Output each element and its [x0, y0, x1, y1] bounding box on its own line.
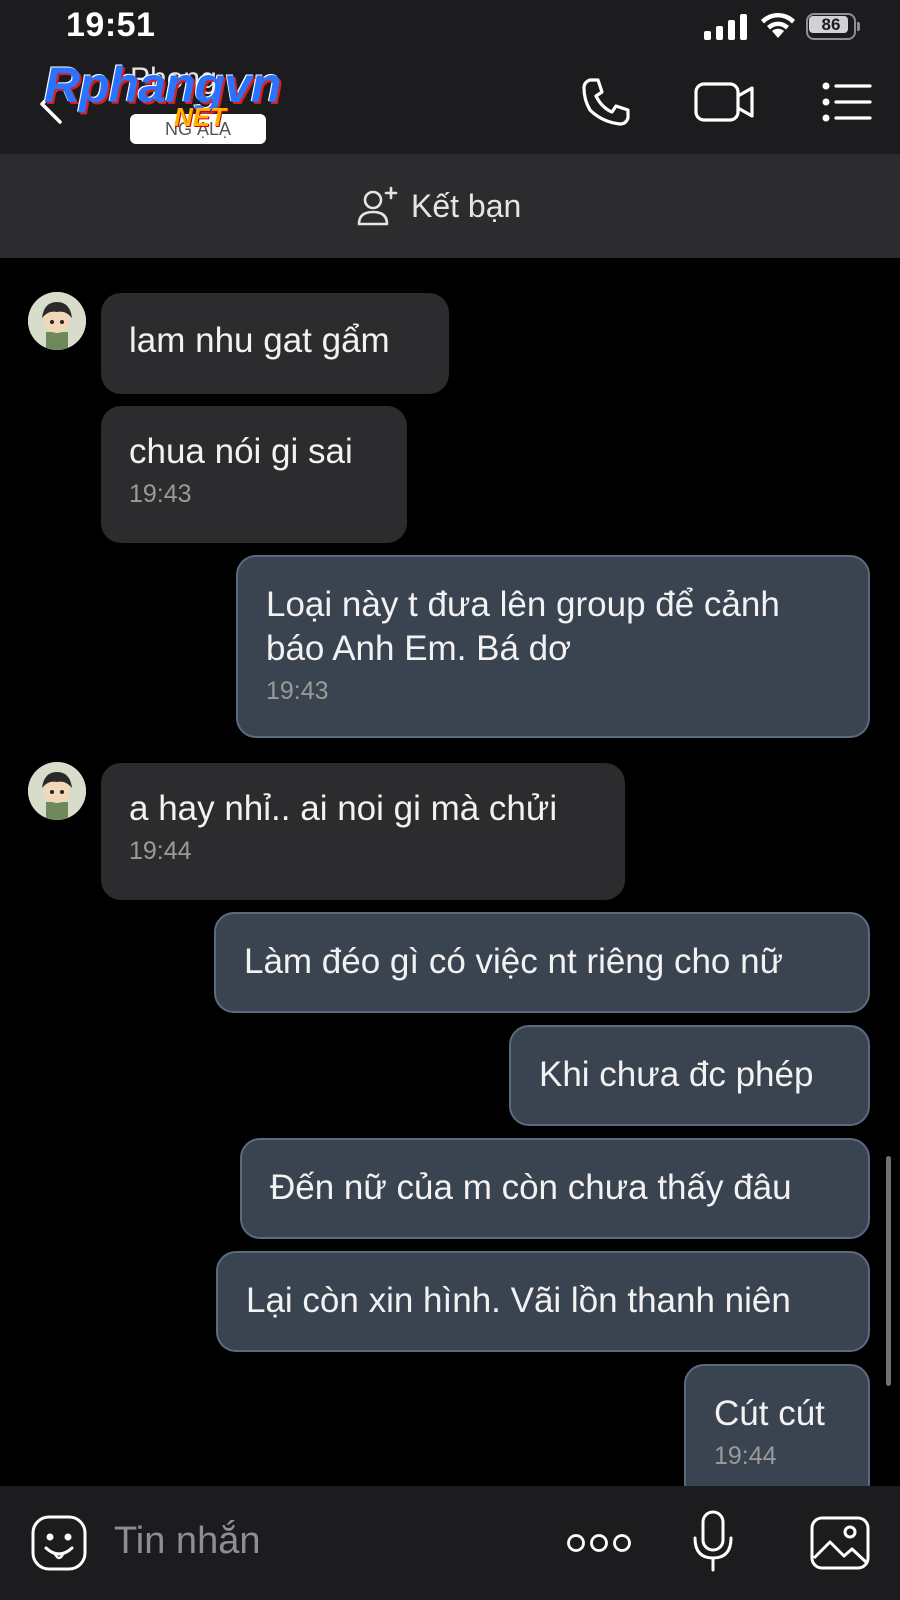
message-time: 19:44 [714, 1442, 777, 1470]
logo-net: NET [174, 102, 226, 132]
message-text: Loại này t đưa lên group để cảnh báo Anh… [266, 585, 780, 668]
message-time: 19:43 [266, 677, 329, 705]
message-bubble-outgoing[interactable]: Cút cút 19:44 [684, 1364, 870, 1504]
message-text: Làm đéo gì có việc nt riêng cho nữ [244, 942, 784, 981]
menu-icon[interactable] [820, 76, 872, 128]
message-bubble-outgoing[interactable]: Loại này t đưa lên group để cảnh báo Anh… [236, 555, 870, 738]
signal-icon [704, 14, 747, 40]
gallery-icon[interactable] [810, 1516, 870, 1570]
message-bubble-outgoing[interactable]: Khi chưa đc phép [509, 1025, 870, 1126]
message-text: Cút cút [714, 1394, 825, 1433]
watermark-logo: Rphangvn NG ẠLẠ NET [44, 56, 324, 152]
message-text: Lại còn xin hình. Vãi lồn thanh niên [246, 1281, 791, 1320]
message-time: 19:43 [129, 480, 192, 508]
message-bubble-incoming[interactable]: lam nhu gat gẩm [101, 293, 449, 394]
message-input-bar: Tin nhắn [0, 1486, 900, 1600]
phone-icon[interactable] [580, 76, 632, 128]
message-bubble-outgoing[interactable]: Lại còn xin hình. Vãi lồn thanh niên [216, 1251, 870, 1352]
wifi-icon [761, 12, 795, 38]
status-time: 19:51 [66, 6, 156, 44]
avatar[interactable] [28, 292, 86, 350]
message-bubble-outgoing[interactable]: Làm đéo gì có việc nt riêng cho nữ [214, 912, 870, 1013]
message-text: Khi chưa đc phép [539, 1055, 814, 1094]
battery-indicator: 86 [806, 13, 860, 40]
video-call-icon[interactable] [694, 76, 756, 128]
add-friend-bar: Kết bạn [0, 154, 900, 258]
message-bubble-incoming[interactable]: a hay nhỉ.. ai noi gi mà chửi 19:44 [101, 763, 625, 900]
add-friend-button[interactable]: Kết bạn [355, 186, 521, 226]
status-bar: 19:51 86 [0, 0, 900, 52]
message-input[interactable]: Tin nhắn [114, 1520, 260, 1563]
add-friend-icon [357, 186, 398, 226]
battery-level: 86 [821, 15, 841, 34]
message-text: a hay nhỉ.. ai noi gi mà chửi [129, 789, 558, 828]
message-bubble-incoming[interactable]: chua nói gi sai 19:43 [101, 406, 407, 543]
add-friend-label: Kết bạn [411, 187, 522, 224]
chat-screen: 19:51 86 Phong Rphangvn NG ẠLẠ NET Kết b… [0, 0, 900, 1600]
avatar[interactable] [28, 762, 86, 820]
scrollbar[interactable] [886, 1156, 891, 1386]
message-time: 19:44 [129, 837, 192, 865]
message-bubble-outgoing[interactable]: Đến nữ của m còn chưa thấy đâu [240, 1138, 870, 1239]
avatar-image [28, 762, 86, 820]
avatar-image [28, 292, 86, 350]
chat-header: Phong Rphangvn NG ẠLẠ NET [0, 52, 900, 154]
emoji-icon[interactable] [30, 1514, 88, 1572]
logo-text: Rphangvn [44, 57, 281, 113]
message-text: Đến nữ của m còn chưa thấy đâu [270, 1168, 792, 1207]
message-text: lam nhu gat gẩm [129, 321, 390, 360]
microphone-icon[interactable] [690, 1510, 736, 1574]
message-text: chua nói gi sai [129, 432, 353, 471]
more-icon[interactable] [566, 1532, 632, 1554]
